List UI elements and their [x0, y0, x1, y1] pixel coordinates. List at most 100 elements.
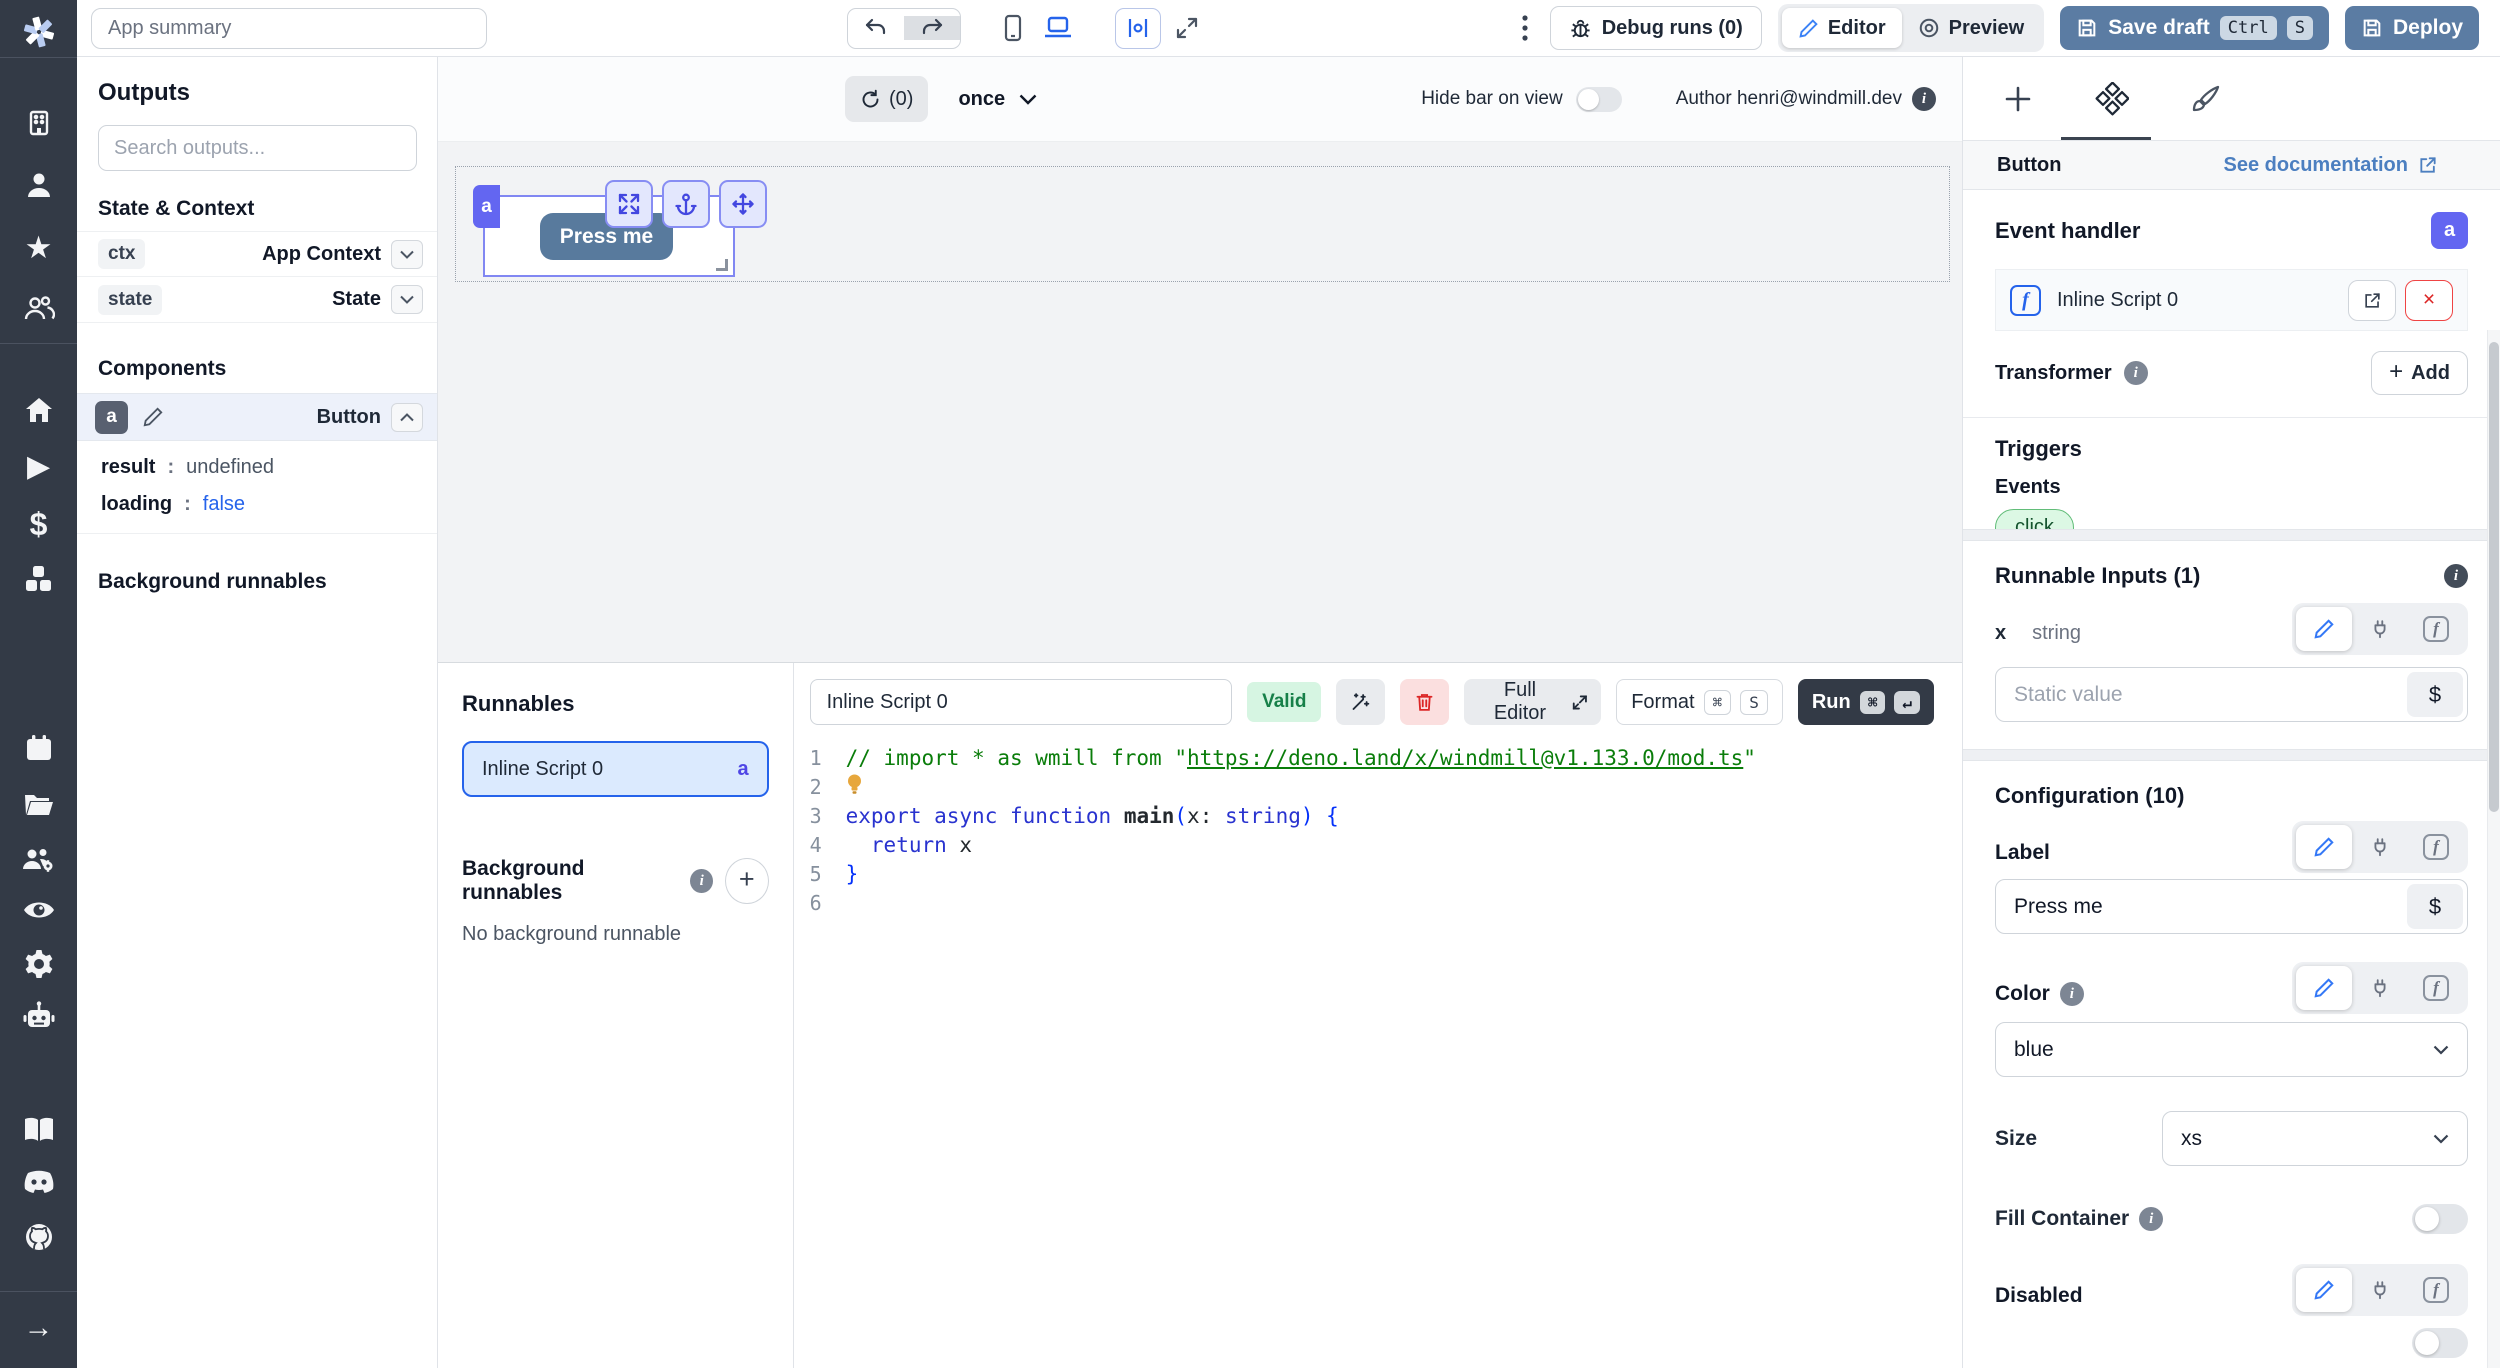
runnable-item-inline-script-0[interactable]: Inline Script 0 a [462, 741, 769, 797]
delete-script-button[interactable] [1400, 679, 1449, 725]
redo-button[interactable] [904, 16, 960, 40]
groups-icon[interactable] [0, 845, 77, 875]
expand-component-icon[interactable] [605, 180, 653, 228]
favorites-star-icon[interactable]: ★ [0, 232, 77, 263]
docs-book-icon[interactable] [0, 1116, 77, 1142]
label-value-input[interactable] [1995, 879, 2468, 934]
size-select[interactable]: xs [2162, 1111, 2468, 1166]
see-documentation-link[interactable]: See documentation [2224, 154, 2438, 177]
static-mode-pencil-icon[interactable] [2296, 1268, 2352, 1312]
static-mode-pencil-icon[interactable] [2296, 825, 2352, 869]
state-expand-chevron-icon[interactable] [391, 285, 423, 314]
connect-mode-plug-icon[interactable] [2352, 825, 2408, 869]
anchor-component-icon[interactable] [662, 180, 710, 228]
open-script-button[interactable] [2348, 280, 2396, 321]
runnable-inputs-info-icon[interactable]: i [2444, 564, 2468, 588]
inspector-scrollbar[interactable] [2487, 330, 2500, 1368]
app-canvas[interactable]: Press me a [438, 141, 1962, 662]
run-button[interactable]: Run ⌘ ↵ [1798, 679, 1934, 725]
lightbulb-hint-icon[interactable] [846, 773, 863, 796]
component-a-row[interactable]: a Button [77, 393, 437, 441]
refresh-count: (0) [889, 88, 913, 111]
save-draft-label: Save draft [2108, 16, 2210, 40]
eval-mode-fx-icon[interactable]: f [2408, 966, 2464, 1010]
mobile-view-button[interactable] [1001, 14, 1025, 42]
tab-editor[interactable]: Editor [1782, 8, 1902, 48]
template-dollar-button[interactable]: $ [2407, 672, 2463, 717]
variables-dollar-icon[interactable]: $ [0, 508, 77, 540]
save-draft-button[interactable]: Save draft Ctrl S [2060, 6, 2329, 50]
tab-styling-brush-icon[interactable] [2189, 83, 2223, 115]
folders-icon[interactable] [0, 791, 77, 819]
component-collapse-chevron-icon[interactable] [391, 403, 423, 432]
fullscreen-button[interactable] [1175, 16, 1199, 40]
undo-button[interactable] [848, 16, 904, 40]
connect-mode-plug-icon[interactable] [2352, 607, 2408, 651]
github-icon[interactable] [0, 1222, 77, 1252]
full-editor-button[interactable]: Full Editor [1464, 679, 1601, 725]
ctx-expand-chevron-icon[interactable] [391, 240, 423, 269]
eval-mode-fx-icon[interactable]: f [2408, 1268, 2464, 1312]
add-background-runnable-button[interactable]: + [725, 858, 769, 904]
settings-gear-icon[interactable] [0, 948, 77, 980]
static-mode-pencil-icon[interactable] [2296, 966, 2352, 1010]
center-align-button[interactable] [1115, 8, 1161, 49]
static-value-input[interactable] [1995, 667, 2468, 722]
event-script-row[interactable]: f Inline Script 0 × [1995, 269, 2468, 331]
ai-wand-button[interactable] [1336, 679, 1385, 725]
workers-robot-icon[interactable] [0, 1001, 77, 1031]
tab-insert-plus-icon[interactable] [2001, 85, 2035, 113]
disabled-toggle[interactable] [2412, 1328, 2468, 1358]
code-editor[interactable]: 1// import * as wmill from "https://deno… [794, 737, 1962, 1368]
color-select[interactable]: blue [1995, 1022, 2468, 1077]
connect-mode-plug-icon[interactable] [2352, 966, 2408, 1010]
tab-preview[interactable]: Preview [1902, 8, 2041, 48]
eval-mode-fx-icon[interactable]: f [2408, 607, 2464, 651]
schedule-dropdown[interactable]: once [958, 88, 1037, 111]
desktop-view-button[interactable] [1043, 15, 1073, 41]
static-mode-pencil-icon[interactable] [2296, 607, 2352, 651]
author-info-icon[interactable]: i [1912, 87, 1936, 111]
template-dollar-button[interactable]: $ [2407, 884, 2463, 929]
fill-container-toggle[interactable] [2412, 1204, 2468, 1234]
rename-pencil-icon[interactable] [142, 406, 164, 428]
resize-handle[interactable] [716, 259, 728, 271]
runs-play-icon[interactable]: ▶ [0, 452, 77, 482]
search-outputs-input[interactable] [98, 125, 417, 171]
tab-component-settings-icon[interactable] [2095, 82, 2129, 116]
resources-cubes-icon[interactable] [0, 563, 77, 595]
more-options-kebab-icon[interactable] [1516, 15, 1534, 41]
scrollbar-thumb[interactable] [2489, 342, 2499, 812]
schedules-calendar-icon[interactable] [0, 733, 77, 763]
home-icon[interactable] [0, 395, 77, 425]
disabled-field-name: Disabled [1995, 1284, 2083, 1308]
connect-mode-plug-icon[interactable] [2352, 1268, 2408, 1312]
collapse-sidebar-arrow-icon[interactable]: → [0, 1313, 77, 1343]
script-name-input[interactable] [810, 679, 1232, 725]
deploy-button[interactable]: Deploy [2345, 6, 2479, 50]
audit-eye-icon[interactable] [0, 897, 77, 923]
state-row[interactable]: state State [77, 277, 437, 323]
discord-icon[interactable] [0, 1169, 77, 1195]
fill-container-info-icon[interactable]: i [2139, 1207, 2163, 1231]
refresh-runs-button[interactable]: (0) [845, 76, 928, 122]
remove-script-button[interactable]: × [2405, 280, 2453, 321]
transformer-info-icon[interactable]: i [2124, 361, 2148, 385]
fill-container-name: Fill Container i [1995, 1207, 2163, 1231]
users-icon[interactable] [0, 293, 77, 323]
ctx-row[interactable]: ctx App Context [77, 231, 437, 277]
workspace-icon[interactable] [0, 108, 77, 138]
user-icon[interactable] [0, 170, 77, 200]
add-transformer-button[interactable]: + Add [2371, 351, 2468, 395]
color-info-icon[interactable]: i [2060, 982, 2084, 1006]
windmill-logo-icon[interactable] [0, 12, 77, 52]
save-icon [2361, 17, 2383, 39]
eval-mode-fx-icon[interactable]: f [2408, 825, 2464, 869]
full-editor-label: Full Editor [1478, 679, 1561, 725]
background-runnables-info-icon[interactable]: i [690, 869, 713, 893]
move-component-icon[interactable] [719, 180, 767, 228]
app-summary-input[interactable] [91, 8, 487, 49]
hide-bar-toggle[interactable] [1576, 87, 1622, 112]
format-button[interactable]: Format ⌘ S [1616, 679, 1783, 725]
debug-runs-button[interactable]: Debug runs (0) [1550, 6, 1762, 50]
